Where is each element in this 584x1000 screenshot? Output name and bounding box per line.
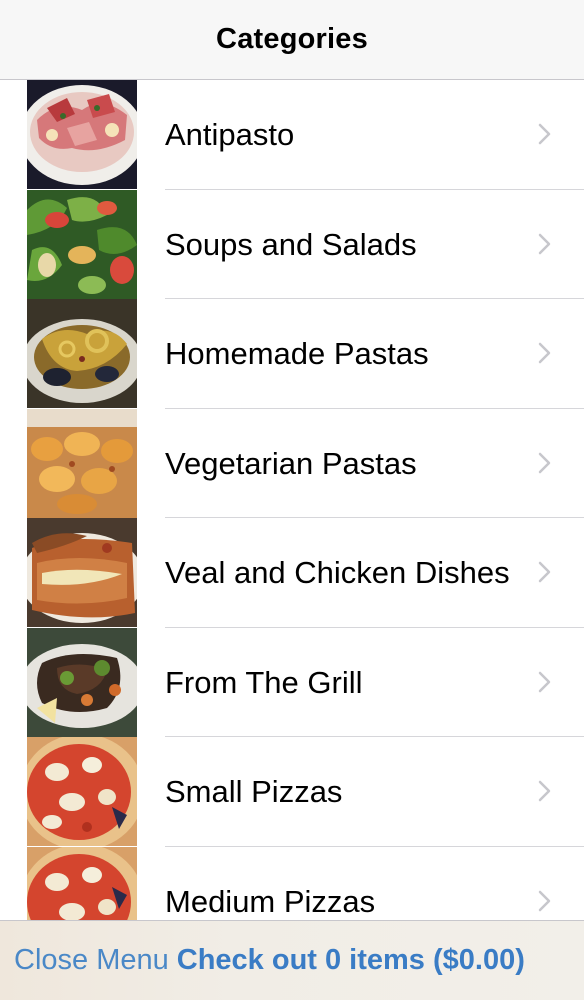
category-list[interactable]: Antipasto Soups and Salads Homemade Past… [0,80,584,920]
category-label: Small Pizzas [165,774,343,809]
page-title: Categories [216,23,368,55]
category-row-soups-and-salads[interactable]: Soups and Salads [0,189,584,299]
vegetarian-pasta-photo [27,408,137,518]
category-row-small-pizzas[interactable]: Small Pizzas [0,737,584,847]
category-label: From The Grill [165,664,363,700]
category-label: Antipasto [165,117,295,152]
pasta-photo [27,299,137,408]
category-row-vegetarian-pastas[interactable]: Vegetarian Pastas [0,408,584,518]
small-pizza-photo [27,737,137,846]
chevron-right-icon [538,780,551,802]
category-row-antipasto[interactable]: Antipasto [0,80,584,190]
category-row-medium-pizzas[interactable]: Medium Pizzas [0,846,584,920]
veal-chicken-photo [27,518,137,627]
category-label: Soups and Salads [165,226,417,262]
chevron-right-icon [538,452,551,473]
navigation-bar: Categories [0,0,584,80]
chevron-right-icon [538,342,551,364]
chevron-right-icon [538,123,551,145]
category-row-veal-and-chicken-dishes[interactable]: Veal and Chicken Dishes [0,518,584,628]
category-row-from-the-grill[interactable]: From The Grill [0,627,584,737]
chevron-right-icon [538,561,551,583]
antipasto-photo [27,80,137,189]
category-label: Medium Pizzas [165,883,376,919]
bottom-toolbar: Close Menu Check out 0 items ($0.00) [0,920,584,1000]
category-label: Vegetarian Pastas [165,445,417,481]
category-row-homemade-pastas[interactable]: Homemade Pastas [0,299,584,409]
chevron-right-icon [538,233,551,254]
category-label: Veal and Chicken Dishes [165,555,510,590]
medium-pizza-photo [27,846,137,920]
salad-photo [27,189,137,299]
chevron-right-icon [538,890,551,911]
category-label: Homemade Pastas [165,336,429,371]
checkout-button[interactable]: Check out 0 items ($0.00) [177,944,525,977]
chevron-right-icon [538,671,551,692]
grill-photo [27,627,137,737]
close-menu-button[interactable]: Close Menu [14,944,169,977]
